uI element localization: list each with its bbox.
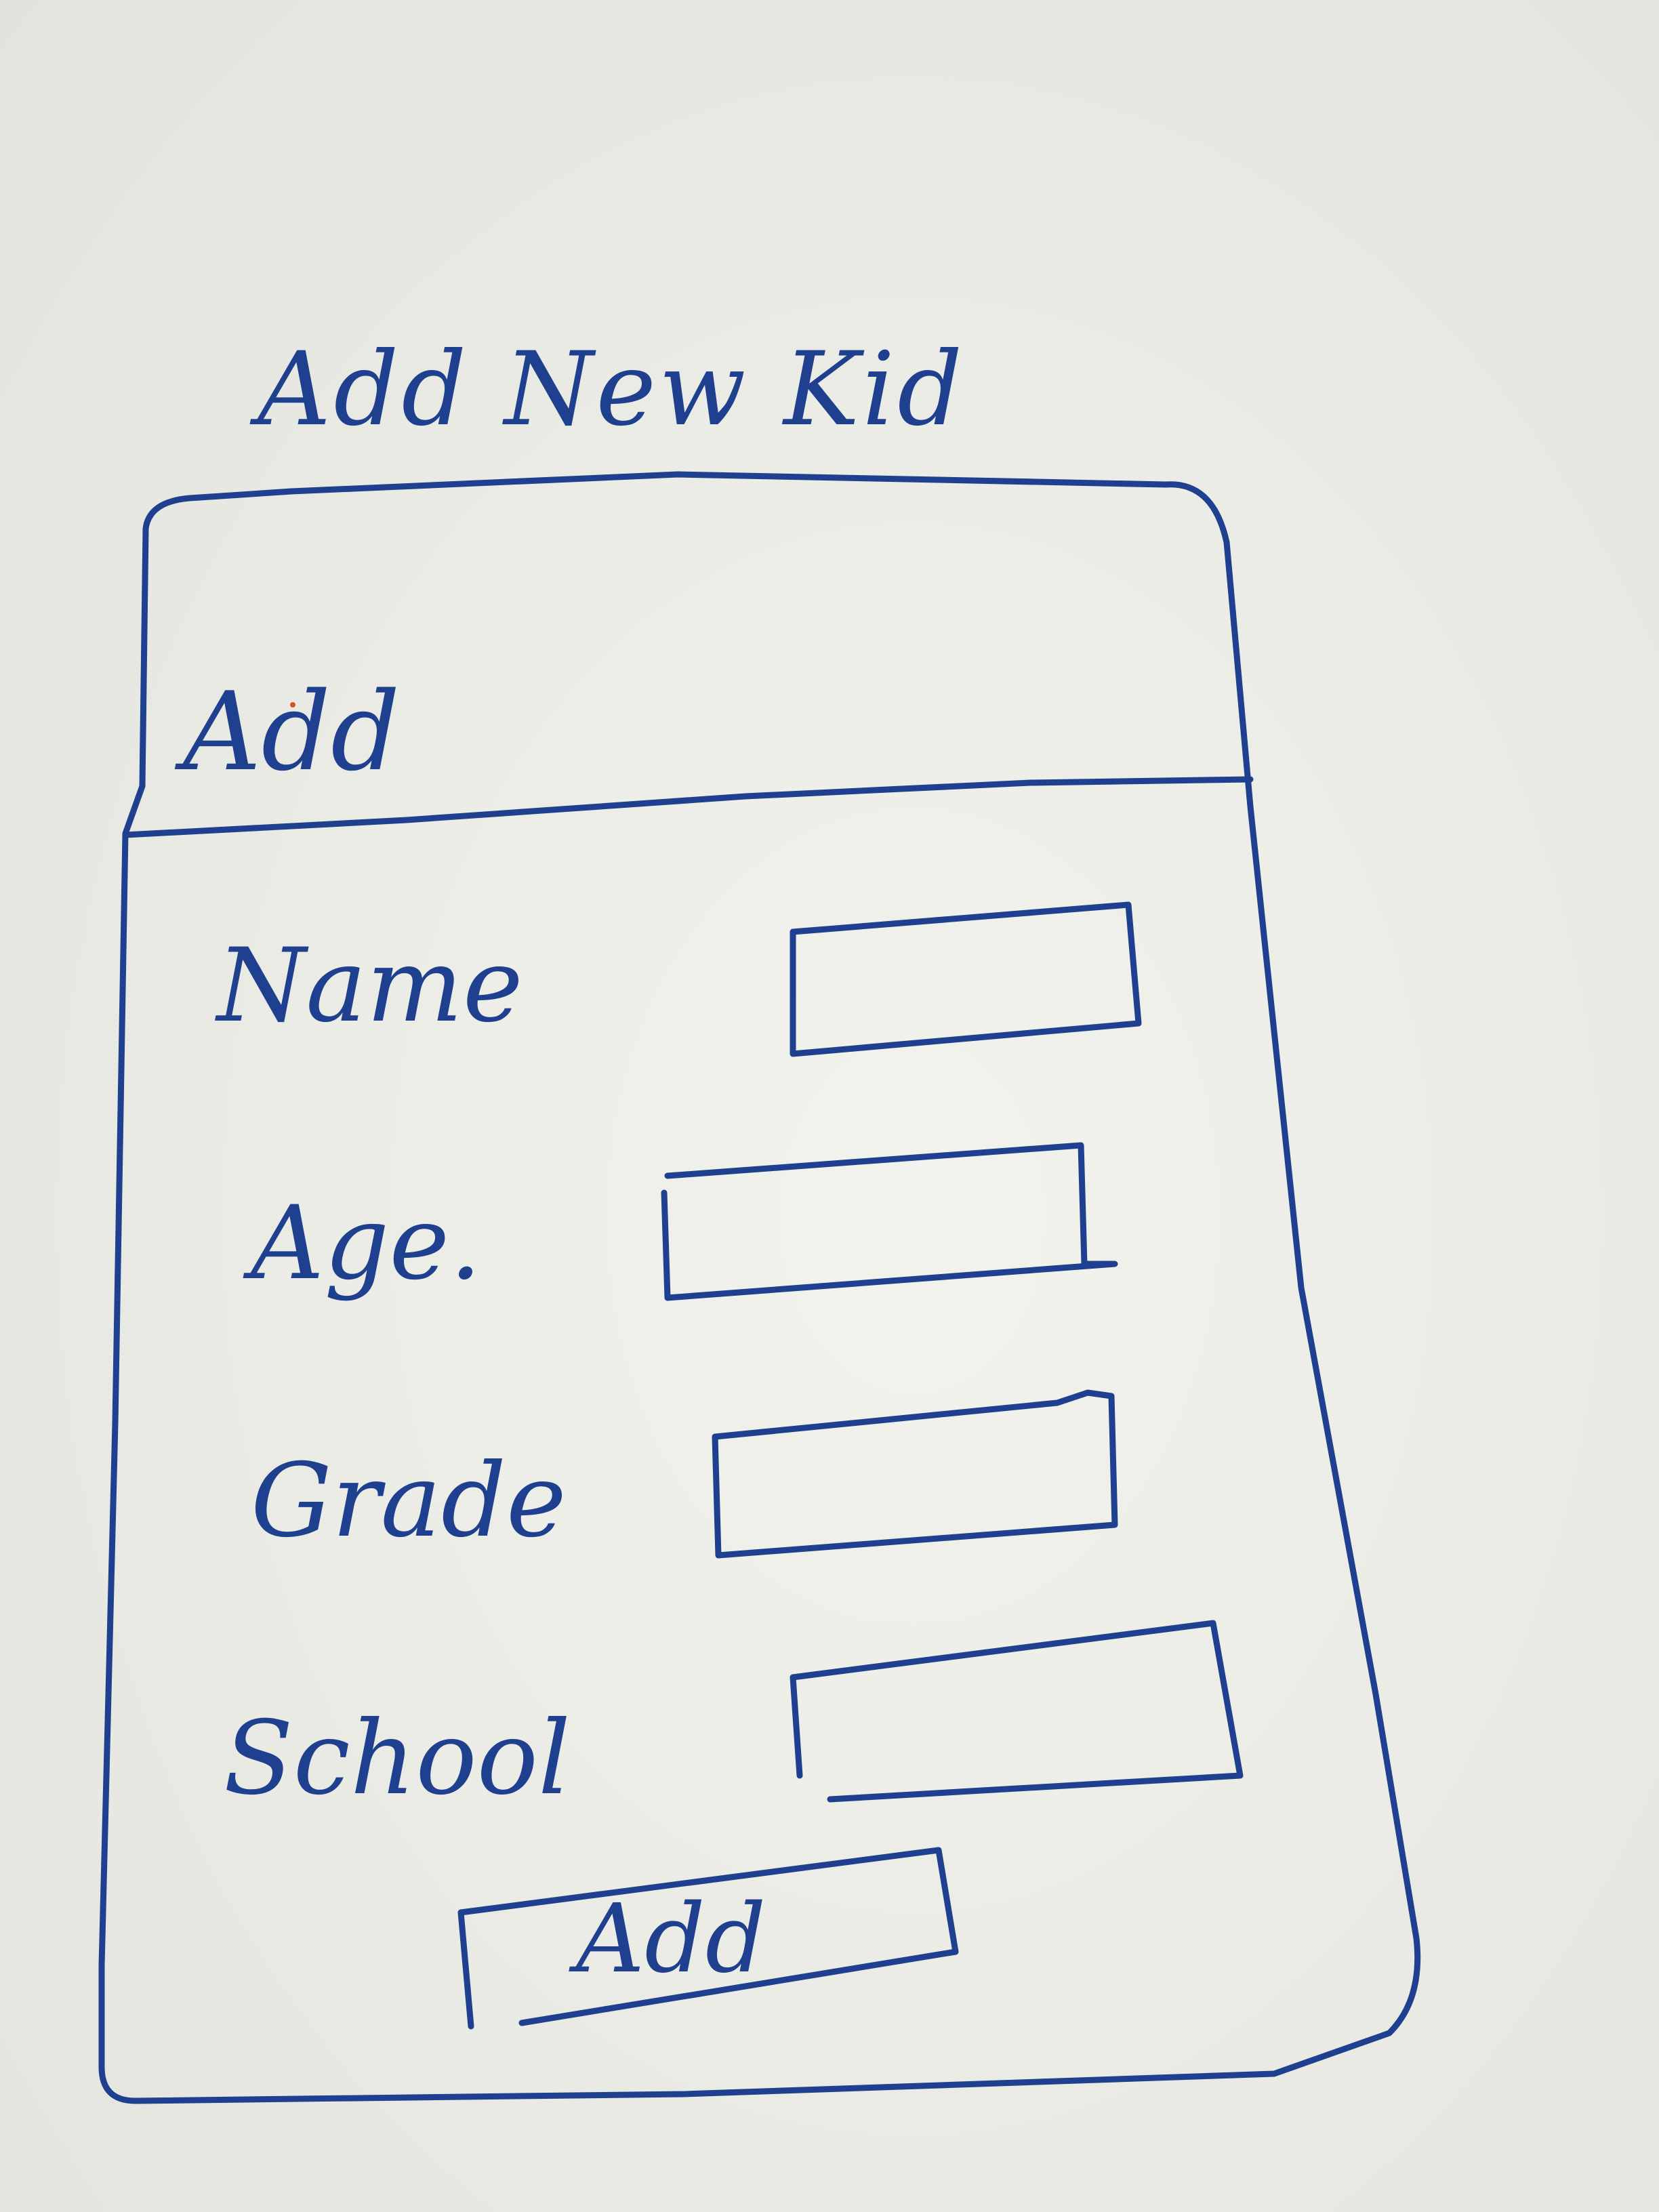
- grade-label: Grade: [251, 1442, 567, 1560]
- age-input[interactable]: [671, 1159, 1078, 1288]
- name-input[interactable]: [800, 915, 1125, 1044]
- age-label: Age.: [251, 1185, 482, 1303]
- school-label: School: [224, 1700, 571, 1818]
- add-button-label: Add: [576, 1884, 766, 1994]
- school-input[interactable]: [800, 1647, 1213, 1782]
- add-button[interactable]: Add: [468, 1857, 942, 2013]
- grade-input[interactable]: [718, 1413, 1105, 1542]
- panel-header-label: Add: [183, 668, 401, 795]
- page-title: Add New Kid: [258, 331, 966, 449]
- name-label: Name: [217, 927, 523, 1045]
